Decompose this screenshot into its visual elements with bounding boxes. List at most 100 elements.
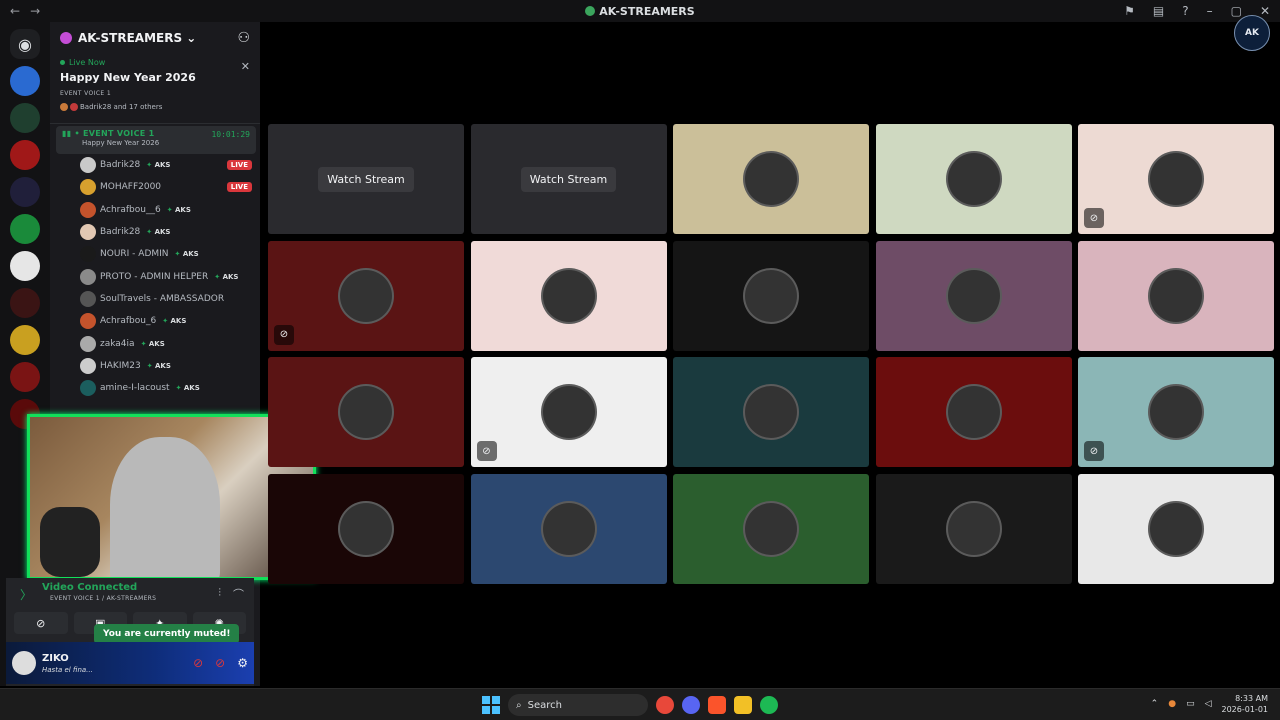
help-icon[interactable]: ?: [1182, 4, 1188, 18]
video-tile[interactable]: ⊘: [1078, 124, 1274, 234]
voice-member[interactable]: PROTO - ADMIN HELPER AKS: [80, 265, 260, 287]
video-tile[interactable]: [268, 473, 464, 584]
member-name: zaka4ia: [100, 338, 135, 349]
live-now-label: Live Now: [60, 58, 250, 67]
server-header[interactable]: AK-STREAMERS ⌄ ⚇: [50, 22, 260, 54]
inbox-icon[interactable]: ▤: [1153, 4, 1164, 18]
noise-suppression-icon[interactable]: ⫶: [218, 586, 221, 602]
avatar: [945, 151, 1002, 207]
video-grid: Watch Stream Watch Stream ⊘ ⊘ ⊘ ⊘: [268, 124, 1274, 584]
member-name: MOHAFF2000: [100, 182, 162, 193]
user-status: Hasta el fina...: [42, 665, 93, 674]
watch-stream-button[interactable]: Watch Stream: [520, 166, 617, 192]
avatar: [743, 384, 799, 440]
video-tile[interactable]: [673, 240, 869, 351]
video-tile[interactable]: [673, 473, 869, 584]
avatar: [743, 151, 799, 207]
voice-member[interactable]: NOURI - ADMIN AKS: [80, 243, 260, 265]
watch-stream-button[interactable]: Watch Stream: [318, 166, 414, 192]
server-icon[interactable]: [10, 288, 40, 318]
video-tile[interactable]: [268, 357, 464, 467]
video-tile[interactable]: [875, 240, 1072, 351]
member-name: amine-I-lacoust: [100, 383, 170, 394]
video-tile[interactable]: [875, 357, 1072, 467]
video-tile[interactable]: [673, 124, 869, 234]
video-tile[interactable]: ⊘: [268, 240, 464, 351]
voice-member[interactable]: Badrik28 AKS: [80, 221, 260, 243]
video-tile[interactable]: [1078, 473, 1274, 584]
user-info[interactable]: ZIKO Hasta el fina...: [42, 653, 93, 674]
server-icon[interactable]: [10, 251, 40, 281]
avatar: [743, 500, 799, 557]
volume-icon[interactable]: ◁: [1205, 699, 1212, 709]
close-icon[interactable]: ✕: [241, 60, 250, 73]
video-tile[interactable]: [470, 473, 667, 584]
server-badge-icon: [60, 32, 72, 44]
avatar: [540, 500, 597, 557]
title-bar: ← → AK-STREAMERS ⚑ ▤ ? – ▢ ✕: [0, 0, 1280, 22]
video-tile[interactable]: Watch Stream: [268, 124, 464, 234]
avatar: [80, 224, 96, 241]
deafened-icon: ⊘: [476, 441, 497, 461]
member-name: Achrafbou_6: [100, 316, 157, 327]
close-button[interactable]: ✕: [1260, 4, 1270, 18]
server-icon[interactable]: [10, 325, 40, 355]
server-icon[interactable]: [10, 66, 40, 96]
voice-member[interactable]: MOHAFF2000 LIVE: [80, 176, 260, 198]
voice-channel-timer: 10:01:29: [211, 130, 250, 139]
mic-muted-icon[interactable]: ⊘: [193, 656, 203, 670]
voice-member[interactable]: HAKIM23 AKS: [80, 355, 260, 377]
taskbar-search[interactable]: ⌕ Search: [508, 694, 648, 716]
streamer-image: [110, 437, 220, 577]
voice-member[interactable]: amine-I-lacoust AKS: [80, 377, 260, 399]
voice-member[interactable]: SoulTravels - AMBASSADOR: [80, 288, 260, 310]
windows-start-icon[interactable]: [482, 696, 500, 714]
network-icon[interactable]: ▭: [1186, 699, 1195, 709]
avatar[interactable]: [12, 651, 36, 675]
server-icon[interactable]: [10, 177, 40, 207]
pin-icon[interactable]: ⚑: [1124, 4, 1135, 18]
video-tile[interactable]: [1078, 240, 1274, 351]
video-tile[interactable]: [875, 473, 1072, 584]
avatar: [80, 157, 96, 174]
clock[interactable]: 8:33 AM 2026-01-01: [1222, 693, 1269, 715]
video-tile[interactable]: [875, 124, 1072, 234]
avatar: [338, 384, 394, 440]
avatar: [80, 179, 96, 196]
voice-channel-event-voice-1[interactable]: ▮▮ • EVENT VOICE 1 Happy New Year 2026 1…: [56, 126, 256, 154]
video-tile[interactable]: [673, 357, 869, 467]
voice-location[interactable]: EVENT VOICE 1 / AK-STREAMERS: [12, 595, 248, 602]
window-title: AK-STREAMERS: [0, 5, 1280, 18]
voice-member[interactable]: Achrafbou__6 AKS: [80, 199, 260, 221]
avatar: [80, 201, 96, 218]
video-tile[interactable]: Watch Stream: [470, 124, 667, 234]
video-tile[interactable]: ⊘: [470, 357, 667, 467]
discord-icon[interactable]: [682, 696, 700, 714]
microphone-icon[interactable]: ●: [1168, 699, 1176, 709]
add-user-icon[interactable]: ⚇: [237, 30, 250, 46]
video-tile[interactable]: ⊘: [1078, 357, 1274, 467]
discord-home-icon[interactable]: ◉: [10, 29, 40, 59]
chrome-icon[interactable]: [656, 696, 674, 714]
chevron-up-icon[interactable]: ⌃: [1151, 699, 1159, 709]
disconnect-icon[interactable]: ⌒: [233, 586, 244, 602]
avatar: [80, 357, 96, 374]
brave-icon[interactable]: [708, 696, 726, 714]
server-icon[interactable]: [10, 103, 40, 133]
voice-member[interactable]: zaka4ia AKS: [80, 332, 260, 354]
member-name: PROTO - ADMIN HELPER: [100, 271, 209, 282]
voice-member[interactable]: Badrik28 AKS LIVE: [80, 154, 260, 176]
video-tile[interactable]: [470, 240, 667, 351]
server-icon[interactable]: [10, 140, 40, 170]
voice-member[interactable]: Achrafbou_6 AKS: [80, 310, 260, 332]
gear-icon[interactable]: ⚙: [237, 656, 248, 670]
spotify-icon[interactable]: [760, 696, 778, 714]
maximize-button[interactable]: ▢: [1231, 4, 1242, 18]
server-icon[interactable]: [10, 362, 40, 392]
camera-off-button[interactable]: ⊘: [14, 612, 68, 634]
minimize-button[interactable]: –: [1207, 4, 1213, 18]
event-card[interactable]: Live Now Happy New Year 2026 EVENT VOICE…: [50, 54, 260, 124]
headphones-muted-icon[interactable]: ⊘: [215, 656, 225, 670]
file-explorer-icon[interactable]: [734, 696, 752, 714]
server-icon[interactable]: [10, 214, 40, 244]
